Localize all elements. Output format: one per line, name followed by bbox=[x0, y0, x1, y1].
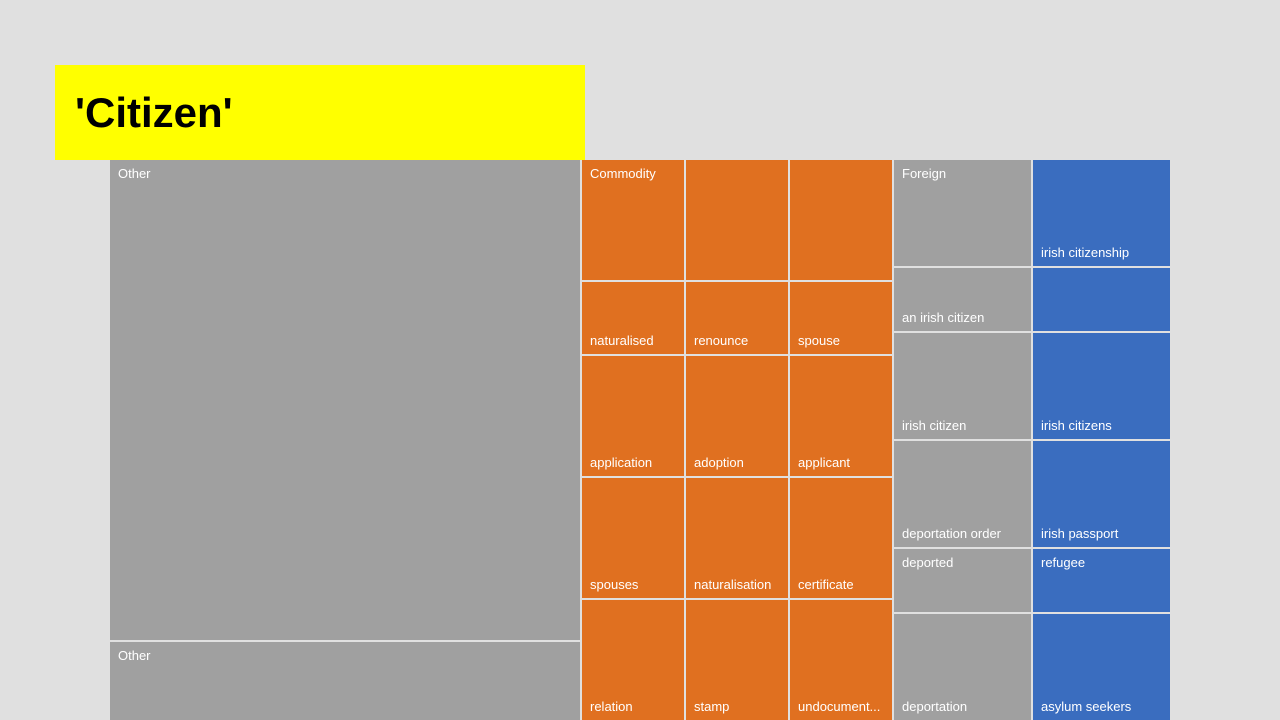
middle-row-4: spouses naturalisation certificate bbox=[582, 478, 892, 598]
foreign-label: Foreign bbox=[902, 166, 946, 181]
cell-relation: relation bbox=[582, 600, 684, 720]
applicant-label: applicant bbox=[798, 455, 850, 470]
cell-applicant: applicant bbox=[790, 356, 892, 476]
cell-application: application bbox=[582, 356, 684, 476]
right-row-6: deportation asylum seekers bbox=[894, 614, 1170, 720]
cell-deported: deported bbox=[894, 549, 1031, 612]
cell-irish-citizens: irish citizens bbox=[1033, 333, 1170, 439]
right-section: Foreign irish citizenship an irish citiz… bbox=[894, 160, 1170, 720]
middle-row-1: Commodity bbox=[582, 160, 892, 280]
right-row-4: deportation order irish passport bbox=[894, 441, 1170, 547]
commodity-label: Commodity bbox=[590, 166, 656, 181]
middle-row-2: naturalised renounce spouse bbox=[582, 282, 892, 354]
cell-refugee: refugee bbox=[1033, 549, 1170, 612]
deportation-label: deportation bbox=[902, 699, 967, 714]
right-row-1: Foreign irish citizenship bbox=[894, 160, 1170, 266]
treemap-container: Other Other Commodity naturalised renoun… bbox=[110, 160, 1170, 720]
middle-row-3: application adoption applicant bbox=[582, 356, 892, 476]
cell-adoption: adoption bbox=[686, 356, 788, 476]
irish-citizens-label: irish citizens bbox=[1041, 418, 1112, 433]
gray-bottom-label: Other bbox=[118, 648, 151, 663]
cell-spouses: spouses bbox=[582, 478, 684, 598]
spouse-label: spouse bbox=[798, 333, 840, 348]
cell-empty-1a bbox=[686, 160, 788, 280]
right-row-5: deported refugee bbox=[894, 549, 1170, 612]
gray-top-cell: Other bbox=[110, 160, 580, 640]
certificate-label: certificate bbox=[798, 577, 854, 592]
cell-deportation-order: deportation order bbox=[894, 441, 1031, 547]
cell-an-irish-citizen: an irish citizen bbox=[894, 268, 1031, 331]
cell-irish-citizenship: irish citizenship bbox=[1033, 160, 1170, 266]
right-row-3: irish citizen irish citizens bbox=[894, 333, 1170, 439]
application-label: application bbox=[590, 455, 652, 470]
cell-commodity: Commodity bbox=[582, 160, 684, 280]
cell-foreign: Foreign bbox=[894, 160, 1031, 266]
cell-irish-passport: irish passport bbox=[1033, 441, 1170, 547]
right-row-2: an irish citizen bbox=[894, 268, 1170, 331]
cell-stamp: stamp bbox=[686, 600, 788, 720]
gray-bottom-cell: Other bbox=[110, 642, 580, 720]
cell-blue-empty-2 bbox=[1033, 268, 1170, 331]
naturalisation-label: naturalisation bbox=[694, 577, 771, 592]
spouses-label: spouses bbox=[590, 577, 638, 592]
asylum-seekers-label: asylum seekers bbox=[1041, 699, 1131, 714]
cell-irish-citizen: irish citizen bbox=[894, 333, 1031, 439]
gray-top-label: Other bbox=[118, 166, 151, 181]
stamp-label: stamp bbox=[694, 699, 729, 714]
naturalised-label: naturalised bbox=[590, 333, 654, 348]
cell-naturalisation: naturalisation bbox=[686, 478, 788, 598]
cell-renounce: renounce bbox=[686, 282, 788, 354]
adoption-label: adoption bbox=[694, 455, 744, 470]
irish-passport-label: irish passport bbox=[1041, 526, 1118, 541]
deportation-order-label: deportation order bbox=[902, 526, 1001, 541]
cell-undocument: undocument... bbox=[790, 600, 892, 720]
deported-label: deported bbox=[902, 555, 953, 570]
undocument-label: undocument... bbox=[798, 699, 880, 714]
page-title: 'Citizen' bbox=[75, 89, 233, 137]
cell-naturalised: naturalised bbox=[582, 282, 684, 354]
an-irish-citizen-label: an irish citizen bbox=[902, 310, 984, 325]
header-banner: 'Citizen' bbox=[55, 65, 585, 160]
left-section: Other Other bbox=[110, 160, 580, 720]
refugee-label: refugee bbox=[1041, 555, 1085, 570]
middle-section: Commodity naturalised renounce spouse ap… bbox=[582, 160, 892, 720]
cell-spouse: spouse bbox=[790, 282, 892, 354]
relation-label: relation bbox=[590, 699, 633, 714]
cell-deportation: deportation bbox=[894, 614, 1031, 720]
irish-citizenship-label: irish citizenship bbox=[1041, 245, 1129, 260]
cell-empty-1b bbox=[790, 160, 892, 280]
irish-citizen-label: irish citizen bbox=[902, 418, 966, 433]
renounce-label: renounce bbox=[694, 333, 748, 348]
middle-row-5: relation stamp undocument... bbox=[582, 600, 892, 720]
cell-asylum-seekers: asylum seekers bbox=[1033, 614, 1170, 720]
cell-certificate: certificate bbox=[790, 478, 892, 598]
